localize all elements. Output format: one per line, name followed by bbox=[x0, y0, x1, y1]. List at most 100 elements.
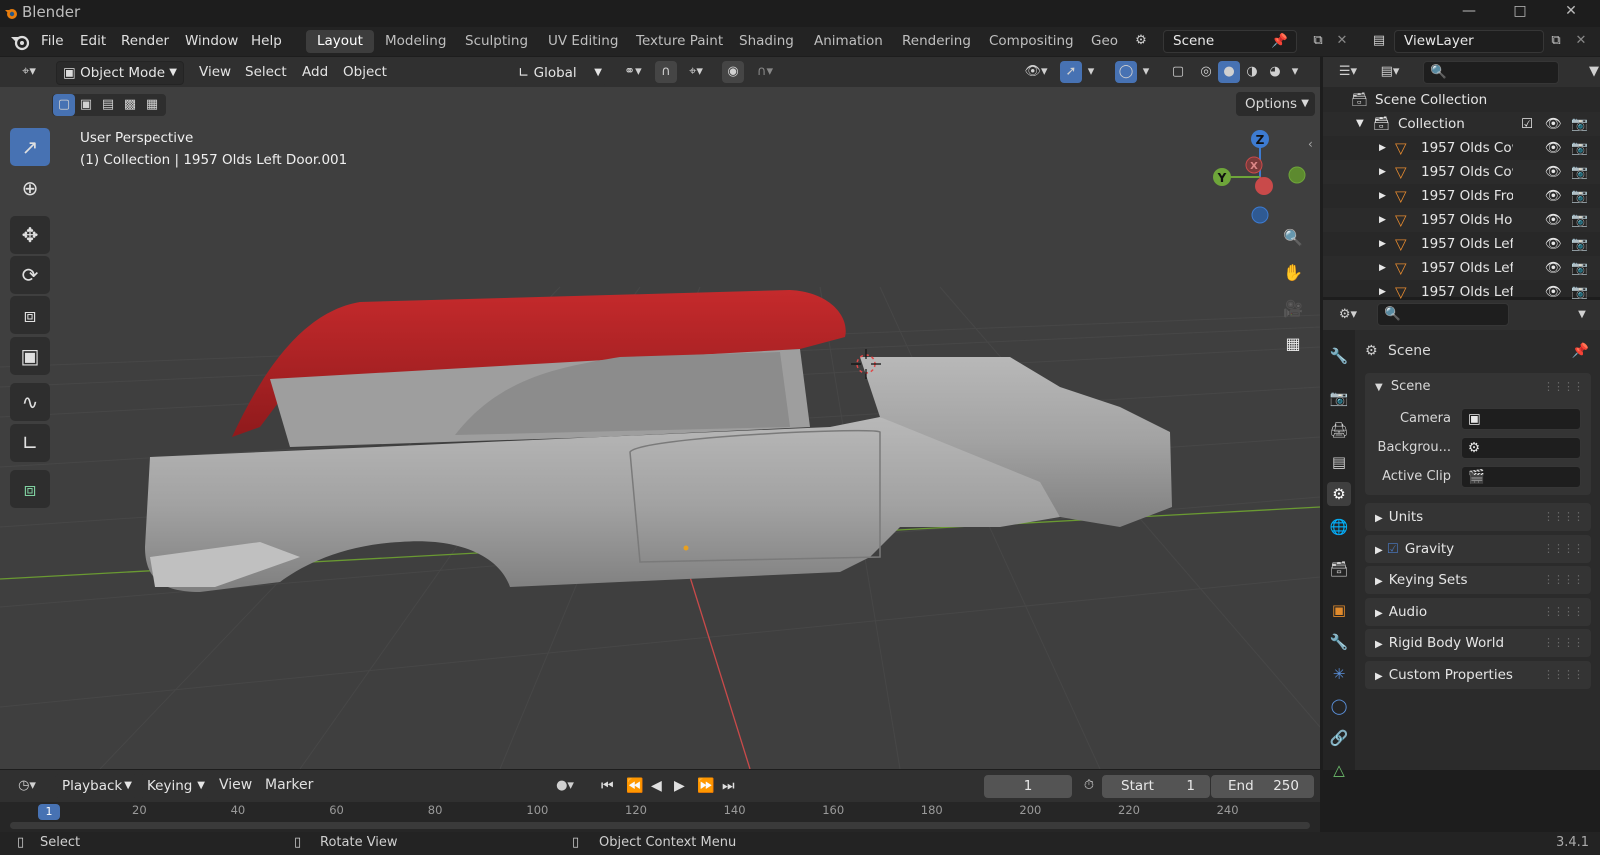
eye-icon[interactable]: 👁 bbox=[1545, 208, 1562, 232]
viewport-menu-object[interactable]: Object bbox=[343, 64, 387, 80]
tab-rendering[interactable]: Rendering bbox=[891, 30, 982, 53]
eye-icon[interactable]: 👁 bbox=[1545, 184, 1562, 208]
display-mode-icon[interactable]: ▤▾ bbox=[1373, 61, 1407, 83]
pivot-point-icon[interactable]: ⚭▾ bbox=[618, 61, 648, 83]
add-cube-tool[interactable]: ⧈ bbox=[10, 470, 50, 508]
timeline-scrollbar[interactable] bbox=[10, 822, 1310, 829]
eye-icon[interactable]: 👁 bbox=[1545, 160, 1562, 184]
scene-panel-header[interactable]: ▼ Scene ⋮⋮⋮⋮ bbox=[1365, 373, 1591, 401]
object-tab-icon[interactable]: ▣ bbox=[1327, 598, 1351, 622]
particles-tab-icon[interactable]: ✳ bbox=[1327, 662, 1351, 686]
expand-icon[interactable]: ▶ bbox=[1379, 136, 1386, 160]
view-layer-tab-icon[interactable]: ▤ bbox=[1327, 450, 1351, 474]
measure-tool[interactable]: ∟ bbox=[10, 424, 50, 462]
world-tab-icon[interactable]: 🌐 bbox=[1327, 515, 1351, 539]
overlays-icon[interactable]: ◯ bbox=[1115, 61, 1137, 83]
viewport-menu-view[interactable]: View bbox=[199, 64, 231, 80]
new-scene-icon[interactable]: ⧉ bbox=[1307, 30, 1329, 52]
tab-texture-paint[interactable]: Texture Paint bbox=[625, 30, 734, 53]
outliner-item[interactable]: ▶ ▽ 1957 Olds Cow 👁 📷 bbox=[1323, 160, 1600, 184]
cursor-tool[interactable]: ⊕ bbox=[10, 169, 50, 207]
current-frame-field[interactable]: 1 bbox=[984, 775, 1072, 798]
delete-viewlayer-icon[interactable]: ✕ bbox=[1570, 30, 1592, 52]
properties-panel[interactable]: ▶ Units ⋮⋮⋮⋮ bbox=[1365, 503, 1591, 531]
mode-dropdown[interactable]: ▣ Object Mode ▼ bbox=[56, 61, 184, 85]
properties-panel[interactable]: ▶ Custom Properties ⋮⋮⋮⋮ bbox=[1365, 660, 1591, 689]
physics-tab-icon[interactable]: ◯ bbox=[1327, 694, 1351, 718]
viewport-menu-add[interactable]: Add bbox=[302, 64, 328, 80]
camera-render-icon[interactable]: 📷 bbox=[1571, 184, 1588, 208]
prev-keyframe-icon[interactable]: ⏪ bbox=[626, 775, 643, 797]
drag-handle-icon[interactable]: ⋮⋮⋮⋮ bbox=[1543, 661, 1584, 689]
properties-panel[interactable]: ▶ Audio ⋮⋮⋮⋮ bbox=[1365, 597, 1591, 626]
keying-menu[interactable]: Keying ▼ bbox=[140, 774, 210, 798]
expand-icon[interactable]: ▶ bbox=[1379, 256, 1386, 280]
play-icon[interactable]: ▶ bbox=[674, 775, 685, 797]
next-keyframe-icon[interactable]: ⏩ bbox=[697, 775, 714, 797]
navigation-gizmo[interactable]: Z Y X bbox=[1213, 130, 1306, 224]
outliner-item[interactable]: ▶ ▽ 1957 Olds Hoo 👁 📷 bbox=[1323, 208, 1600, 232]
scene-field-input[interactable]: ▣ bbox=[1461, 408, 1581, 430]
exclude-checkbox-icon[interactable]: ☑ bbox=[1521, 112, 1533, 136]
tab-compositing[interactable]: Compositing bbox=[978, 30, 1085, 53]
rendered-shading-icon[interactable]: ◕ bbox=[1264, 61, 1286, 83]
end-frame-field[interactable]: End 250 bbox=[1211, 775, 1314, 798]
select-invert-icon[interactable]: ▩ bbox=[119, 94, 141, 116]
render-tab-icon[interactable]: 📷 bbox=[1327, 386, 1351, 410]
car-body[interactable] bbox=[145, 417, 1060, 592]
outliner-item[interactable]: ▶ ▽ 1957 Olds Cow 👁 📷 bbox=[1323, 136, 1600, 160]
play-reverse-icon[interactable]: ◀ bbox=[651, 775, 662, 797]
expand-icon[interactable]: ▶ bbox=[1379, 160, 1386, 184]
chevron-down-icon[interactable]: ▾ bbox=[1138, 61, 1154, 83]
drag-handle-icon[interactable]: ⋮⋮⋮⋮ bbox=[1543, 373, 1584, 401]
chevron-down-icon[interactable]: ▾ bbox=[1287, 61, 1303, 83]
constraints-tab-icon[interactable]: 🔗 bbox=[1327, 726, 1351, 750]
annotate-tool[interactable]: ∿ bbox=[10, 383, 50, 421]
tab-modeling[interactable]: Modeling bbox=[374, 30, 457, 53]
camera-render-icon[interactable]: 📷 bbox=[1571, 136, 1588, 160]
outliner-editor-icon[interactable]: ☰▾ bbox=[1331, 61, 1365, 83]
gizmo-toggle-icon[interactable]: ➚ bbox=[1060, 61, 1082, 83]
new-viewlayer-icon[interactable]: ⧉ bbox=[1545, 30, 1567, 52]
outliner-item[interactable]: ▶ ▽ 1957 Olds Fron 👁 📷 bbox=[1323, 184, 1600, 208]
properties-panel[interactable]: ▶ Rigid Body World ⋮⋮⋮⋮ bbox=[1365, 629, 1591, 657]
data-tab-icon[interactable]: △ bbox=[1327, 758, 1351, 782]
viewport-menu-select[interactable]: Select bbox=[245, 64, 287, 80]
eye-icon[interactable]: 👁 bbox=[1545, 256, 1562, 280]
chevron-down-icon[interactable]: ▼ bbox=[1571, 304, 1593, 326]
gravity-checkbox-icon[interactable]: ☑ bbox=[1383, 541, 1399, 557]
marker-menu[interactable]: Marker bbox=[265, 777, 313, 793]
modifier-tab-icon[interactable]: 🔧 bbox=[1327, 630, 1351, 654]
drag-handle-icon[interactable]: ⋮⋮⋮⋮ bbox=[1543, 629, 1584, 657]
properties-panel[interactable]: ▶ ☑ Gravity ⋮⋮⋮⋮ bbox=[1365, 534, 1591, 563]
outliner-search[interactable]: 🔍 bbox=[1423, 61, 1559, 84]
wireframe-shading-icon[interactable]: ◎ bbox=[1195, 61, 1217, 83]
playback-menu[interactable]: Playback ▼ bbox=[55, 774, 137, 798]
properties-panel[interactable]: ▶ Keying Sets ⋮⋮⋮⋮ bbox=[1365, 566, 1591, 594]
viewlayer-browse-icon[interactable]: ▤ bbox=[1368, 30, 1390, 52]
drag-handle-icon[interactable]: ⋮⋮⋮⋮ bbox=[1543, 503, 1584, 531]
move-tool[interactable]: ✥ bbox=[10, 216, 50, 254]
expand-icon[interactable]: ▶ bbox=[1379, 208, 1386, 232]
tool-tab-icon[interactable]: 🔧 bbox=[1327, 344, 1351, 368]
menu-window[interactable]: Window bbox=[185, 33, 238, 49]
transform-orientation-dropdown[interactable]: ∟ Global ▼ bbox=[513, 61, 607, 85]
3d-viewport[interactable]: Z Y X User Perspective (1) Collection | … bbox=[0, 87, 1320, 769]
scene-tab-icon[interactable]: ⚙ bbox=[1327, 482, 1351, 506]
collection-tab-icon[interactable]: 🗃 bbox=[1327, 557, 1351, 581]
scene-selector[interactable]: Scene 📌 bbox=[1163, 30, 1297, 53]
pan-hand-icon[interactable]: ✋ bbox=[1278, 258, 1308, 288]
drag-handle-icon[interactable]: ⋮⋮⋮⋮ bbox=[1543, 566, 1584, 594]
tab-animation[interactable]: Animation bbox=[803, 30, 894, 53]
drag-handle-icon[interactable]: ⋮⋮⋮⋮ bbox=[1543, 535, 1584, 563]
perspective-grid-icon[interactable]: ▦ bbox=[1278, 329, 1308, 359]
camera-render-icon[interactable]: 📷 bbox=[1571, 256, 1588, 280]
menu-edit[interactable]: Edit bbox=[80, 33, 106, 49]
select-extend-icon[interactable]: ▣ bbox=[75, 94, 97, 116]
jump-start-icon[interactable]: ⏮ bbox=[601, 775, 614, 797]
pin-icon[interactable]: 📌 bbox=[1572, 339, 1589, 363]
pin-icon[interactable]: 📌 bbox=[1271, 31, 1288, 52]
outliner-item[interactable]: ▶ ▽ 1957 Olds Left 👁 📷 bbox=[1323, 232, 1600, 256]
tab-geo[interactable]: Geo bbox=[1080, 30, 1129, 53]
expand-icon[interactable]: ▶ bbox=[1379, 232, 1386, 256]
